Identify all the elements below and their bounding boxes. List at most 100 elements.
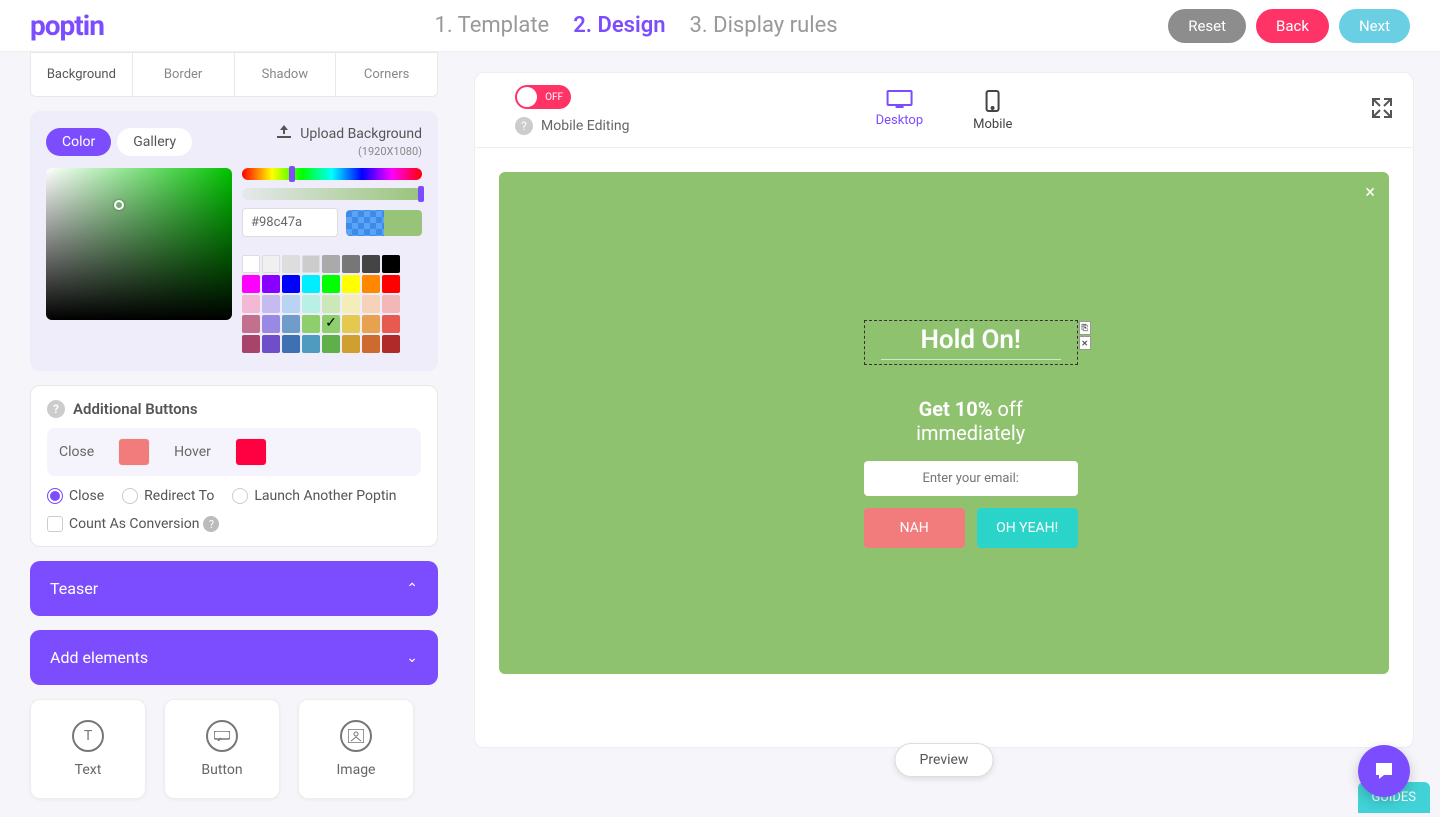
device-switcher: Desktop Mobile xyxy=(876,89,1013,132)
color-swatch[interactable] xyxy=(322,255,340,273)
mobile-editing-toggle[interactable]: OFF xyxy=(515,85,571,109)
preview-button[interactable]: Preview xyxy=(895,743,994,777)
accordion-label: Teaser xyxy=(50,579,98,598)
alpha-slider[interactable] xyxy=(242,188,422,200)
upload-icon xyxy=(276,125,292,143)
nah-button[interactable]: NAH xyxy=(864,508,965,548)
color-swatch[interactable] xyxy=(362,295,380,313)
help-icon[interactable]: ? xyxy=(203,516,219,532)
saturation-value-picker[interactable] xyxy=(46,168,232,320)
color-swatch[interactable] xyxy=(382,255,400,273)
close-icon[interactable]: × xyxy=(1365,182,1375,203)
color-swatch[interactable] xyxy=(342,275,360,293)
back-button[interactable]: Back xyxy=(1256,9,1329,43)
reset-button[interactable]: Reset xyxy=(1168,9,1246,43)
hue-thumb[interactable] xyxy=(289,166,295,182)
radio-close[interactable]: Close xyxy=(47,488,104,504)
chat-fab[interactable] xyxy=(1358,745,1410,797)
step-design[interactable]: 2. Design xyxy=(573,13,665,38)
color-swatch[interactable] xyxy=(282,255,300,273)
color-swatch[interactable] xyxy=(362,335,380,353)
upload-size: (1920X1080) xyxy=(358,145,422,158)
color-swatch[interactable] xyxy=(262,295,280,313)
tab-corners[interactable]: Corners xyxy=(336,53,437,96)
pill-color[interactable]: Color xyxy=(46,128,111,156)
alpha-thumb[interactable] xyxy=(418,186,424,202)
checkbox-count-conversion[interactable]: Count As Conversion? xyxy=(47,516,219,532)
hover-color-label: Hover xyxy=(174,444,211,460)
color-swatch[interactable] xyxy=(382,335,400,353)
button-icon xyxy=(206,720,238,752)
element-text[interactable]: T Text xyxy=(30,699,146,799)
color-swatch[interactable] xyxy=(282,335,300,353)
pill-gallery[interactable]: Gallery xyxy=(117,128,192,156)
accordion-add-elements[interactable]: Add elements ⌄ xyxy=(30,630,438,685)
help-icon[interactable]: ? xyxy=(47,400,65,418)
color-swatch[interactable] xyxy=(382,315,400,333)
yeah-button[interactable]: OH YEAH! xyxy=(977,508,1078,548)
color-swatch[interactable] xyxy=(342,335,360,353)
color-swatch[interactable] xyxy=(282,295,300,313)
upload-background[interactable]: Upload Background (1920X1080) xyxy=(276,125,422,158)
expand-icon[interactable] xyxy=(1371,97,1393,123)
elements-grid: T Text Button Image xyxy=(30,699,438,799)
color-swatch[interactable] xyxy=(262,335,280,353)
color-swatch[interactable] xyxy=(302,295,320,313)
color-swatch[interactable] xyxy=(342,315,360,333)
color-swatch[interactable] xyxy=(262,315,280,333)
popup-title-selected[interactable]: Hold On! ⎘ ✕ xyxy=(864,320,1078,365)
hex-input[interactable] xyxy=(242,208,338,237)
radio-launch[interactable]: Launch Another Poptin xyxy=(232,488,396,504)
device-desktop[interactable]: Desktop xyxy=(876,89,924,132)
accordion-teaser[interactable]: Teaser ⌃ xyxy=(30,561,438,616)
color-swatch[interactable] xyxy=(322,275,340,293)
hover-color-swatch[interactable] xyxy=(235,438,267,466)
next-button[interactable]: Next xyxy=(1339,9,1410,43)
tab-border[interactable]: Border xyxy=(133,53,235,96)
help-icon[interactable]: ? xyxy=(515,117,533,135)
step-template[interactable]: 1. Template xyxy=(434,13,549,38)
device-mobile[interactable]: Mobile xyxy=(973,89,1012,132)
tab-shadow[interactable]: Shadow xyxy=(235,53,337,96)
element-image[interactable]: Image xyxy=(298,699,414,799)
color-swatch[interactable] xyxy=(242,335,260,353)
color-swatch[interactable] xyxy=(322,295,340,313)
color-swatch[interactable] xyxy=(342,295,360,313)
color-swatch[interactable] xyxy=(242,255,260,273)
color-swatch[interactable] xyxy=(342,255,360,273)
color-swatch[interactable] xyxy=(382,295,400,313)
color-swatch[interactable] xyxy=(262,275,280,293)
color-swatch[interactable] xyxy=(302,275,320,293)
color-swatch[interactable] xyxy=(282,315,300,333)
wizard-steps: 1. Template 2. Design 3. Display rules xyxy=(104,13,1168,38)
email-input[interactable] xyxy=(864,461,1078,496)
popup-subtitle[interactable]: Get 10% off immediately xyxy=(864,397,1078,445)
color-swatch[interactable] xyxy=(242,295,260,313)
color-swatch[interactable] xyxy=(362,275,380,293)
property-tabs: Background Border Shadow Corners xyxy=(30,52,438,97)
color-swatch[interactable] xyxy=(302,255,320,273)
color-swatch[interactable] xyxy=(362,255,380,273)
delete-handle[interactable]: ✕ xyxy=(1079,336,1091,350)
color-swatch[interactable]: ✓ xyxy=(322,315,340,333)
color-swatch[interactable] xyxy=(382,275,400,293)
duplicate-handle[interactable]: ⎘ xyxy=(1079,321,1091,335)
color-swatch[interactable] xyxy=(362,315,380,333)
color-swatch[interactable] xyxy=(262,255,280,273)
element-button[interactable]: Button xyxy=(164,699,280,799)
color-swatch[interactable] xyxy=(302,335,320,353)
radio-redirect[interactable]: Redirect To xyxy=(122,488,214,504)
mobile-editing-label: Mobile Editing xyxy=(541,118,629,134)
color-swatch[interactable] xyxy=(322,335,340,353)
color-swatch[interactable] xyxy=(242,315,260,333)
color-swatch[interactable] xyxy=(302,315,320,333)
step-display-rules[interactable]: 3. Display rules xyxy=(690,13,838,38)
hue-slider[interactable] xyxy=(242,168,422,180)
color-swatch[interactable] xyxy=(242,275,260,293)
popup-preview[interactable]: × Hold On! ⎘ ✕ Get 10% off immediately xyxy=(499,172,1389,674)
header-buttons: Reset Back Next xyxy=(1168,9,1410,43)
close-color-swatch[interactable] xyxy=(118,438,150,466)
tab-background[interactable]: Background xyxy=(31,53,133,96)
color-swatch[interactable] xyxy=(282,275,300,293)
sv-pointer[interactable] xyxy=(114,200,124,210)
